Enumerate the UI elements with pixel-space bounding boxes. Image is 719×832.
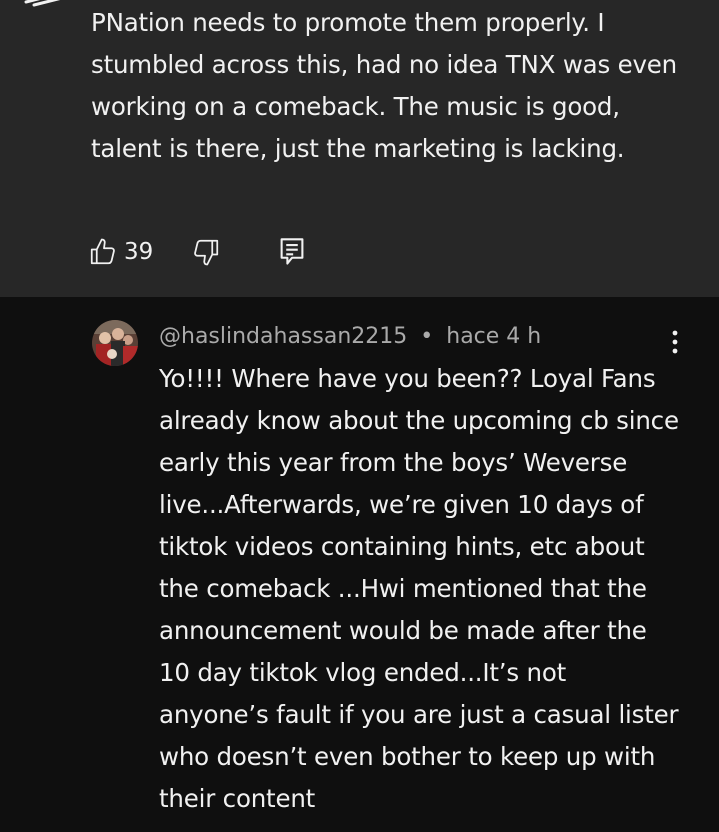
timestamp[interactable]: hace 4 h (446, 324, 541, 349)
thumbs-down-icon (194, 239, 219, 266)
comment-actions: 39 (88, 234, 305, 270)
like-button[interactable]: 39 (88, 237, 153, 267)
like-count: 39 (124, 239, 154, 265)
comment-text: Yo!!!! Where have you been?? Loyal Fans … (159, 364, 679, 813)
highlighted-comment: PNation needs to promote them properly. … (0, 0, 719, 297)
dislike-button[interactable] (191, 237, 221, 267)
comment-text: PNation needs to promote them properly. … (91, 8, 678, 163)
reply-button[interactable] (279, 237, 305, 267)
thumbs-up-icon (90, 238, 115, 265)
author-name[interactable]: @haslindahassan2215 (159, 324, 407, 349)
avatar[interactable] (92, 320, 138, 366)
reply-icon (280, 238, 304, 265)
partial-icon (24, 0, 61, 7)
more-vertical-icon (672, 330, 678, 354)
meta-separator: • (420, 324, 434, 349)
avatar-image (92, 320, 138, 366)
comment-meta: @haslindahassan2215 • hace 4 h (159, 320, 541, 354)
more-options-button[interactable] (660, 326, 690, 358)
